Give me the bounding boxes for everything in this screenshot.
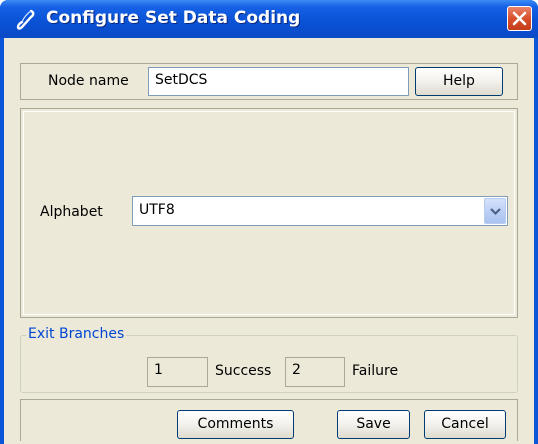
- help-button[interactable]: Help: [415, 67, 503, 96]
- branch-number-failure: 2: [285, 357, 345, 387]
- dropdown-button[interactable]: [484, 198, 506, 224]
- node-name-label: Node name: [48, 73, 129, 89]
- node-name-row: Node name SetDCS Help: [20, 63, 518, 100]
- branch-label-success: Success: [215, 363, 272, 379]
- chevron-down-icon: [490, 208, 501, 216]
- button-bar: Comments Save Cancel: [20, 399, 518, 441]
- node-name-input[interactable]: SetDCS: [148, 67, 409, 96]
- window-title: Configure Set Data Coding: [46, 8, 301, 28]
- cancel-button[interactable]: Cancel: [424, 410, 506, 439]
- pen-icon: [16, 9, 35, 30]
- alphabet-select-value: UTF8: [139, 202, 175, 218]
- branch-label-failure: Failure: [352, 363, 399, 379]
- exit-branches-group: Exit Branches 1 Success 2 Failure: [20, 326, 518, 393]
- exit-branches-title: Exit Branches: [26, 326, 127, 342]
- close-icon: [512, 11, 527, 26]
- branch-number-success: 1: [147, 357, 208, 387]
- comments-button[interactable]: Comments: [177, 410, 294, 439]
- save-button[interactable]: Save: [337, 410, 410, 439]
- close-button[interactable]: [507, 6, 532, 31]
- alphabet-label: Alphabet: [40, 204, 103, 220]
- title-bar[interactable]: Configure Set Data Coding: [0, 0, 538, 38]
- dialog-content: Node name SetDCS Help Alphabet UTF8 Exit…: [4, 38, 534, 444]
- alphabet-select[interactable]: UTF8: [132, 196, 508, 226]
- dialog-window: Configure Set Data Coding Node name SetD…: [0, 0, 538, 444]
